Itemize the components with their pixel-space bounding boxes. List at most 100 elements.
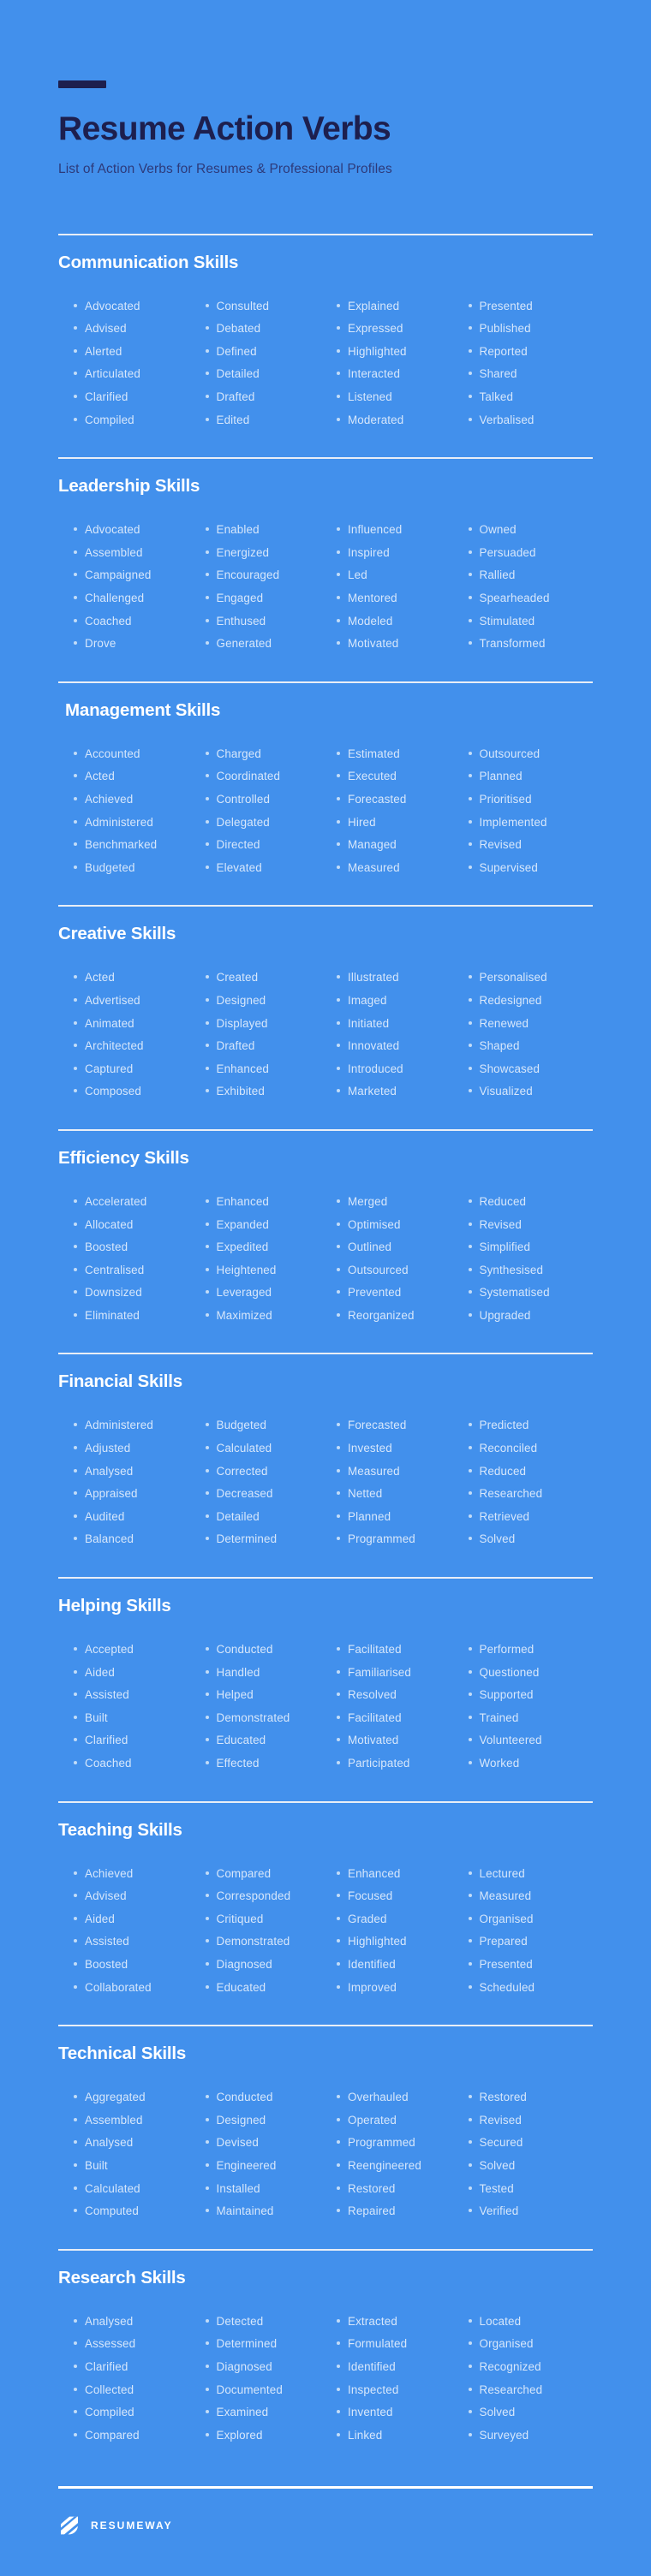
verb-label: Compared	[216, 1866, 272, 1880]
section-title: Creative Skills	[58, 924, 176, 944]
bullet-icon	[468, 2095, 472, 2099]
verb-item: Programmed	[337, 1528, 462, 1551]
verb-item: Netted	[337, 1483, 462, 1506]
verb-label: Explored	[216, 2428, 263, 2442]
verb-item: Generated	[205, 633, 331, 656]
verb-item: Overhauled	[337, 2086, 462, 2109]
verb-label: Enhanced	[216, 1194, 270, 1208]
bullet-icon	[337, 1066, 340, 1070]
verb-label: Aided	[85, 1665, 115, 1679]
verb-item: Reengineered	[337, 2155, 462, 2178]
bullet-icon	[205, 2387, 209, 2391]
verb-label: Estimated	[348, 747, 400, 760]
bullet-icon	[337, 2318, 340, 2323]
verb-label: Implemented	[479, 815, 547, 829]
verb-label: Supervised	[479, 860, 538, 874]
bullet-icon	[74, 774, 77, 778]
verb-label: Articulated	[85, 367, 140, 381]
verb-label: Clarified	[85, 2359, 128, 2373]
verb-column: Detected Determined Diagnosed Documented Exa…	[205, 2311, 331, 2448]
verb-label: Demonstrated	[216, 1710, 290, 1724]
bullet-icon	[468, 2209, 472, 2213]
bullet-icon	[337, 1446, 340, 1450]
bullet-icon	[74, 842, 77, 847]
verb-label: Restored	[479, 2091, 528, 2104]
bullet-icon	[205, 1020, 209, 1025]
verb-label: Corrected	[216, 1464, 268, 1478]
verb-item: Spearheaded	[468, 587, 594, 610]
verb-item: Encouraged	[205, 564, 331, 587]
verb-item: Aided	[74, 1908, 199, 1931]
verb-label: Initiated	[348, 1016, 390, 1030]
bullet-icon	[337, 2364, 340, 2368]
bullet-icon	[74, 2186, 77, 2190]
bullet-icon	[337, 1222, 340, 1226]
verb-label: Compiled	[85, 2406, 134, 2419]
bullet-icon	[74, 1514, 77, 1518]
verb-item: Devised	[205, 2132, 331, 2155]
verb-label: Verbalised	[479, 413, 535, 426]
verb-grid: Administered Adjusted Analysed Appraised Aud…	[58, 1414, 593, 1577]
bullet-icon	[468, 2432, 472, 2436]
bullet-icon	[337, 2095, 340, 2099]
verb-item: Visualized	[468, 1080, 594, 1104]
verb-item: Recognized	[468, 2356, 594, 2379]
verb-column: Created Designed Displayed Drafted Enhanced E…	[205, 967, 331, 1104]
verb-label: Resolved	[348, 1688, 397, 1702]
verb-item: Articulated	[74, 363, 199, 386]
verb-label: Upgraded	[479, 1308, 531, 1322]
bullet-icon	[337, 1199, 340, 1203]
verb-column: Restored Revised Secured Solved Tested Verifi…	[468, 2086, 594, 2223]
verb-item: Initiated	[337, 1013, 462, 1036]
verb-item: Demonstrated	[205, 1931, 331, 1954]
bullet-icon	[205, 1537, 209, 1541]
verb-grid: Advocated Assembled Campaigned Challenged Co…	[58, 519, 593, 681]
verb-item: Merged	[337, 1191, 462, 1214]
verb-item: Adjusted	[74, 1437, 199, 1461]
verb-label: Prevented	[348, 1286, 402, 1300]
verb-column: Enhanced Expanded Expedited Heightened Lever…	[205, 1191, 331, 1328]
verb-item: Determined	[205, 2333, 331, 2356]
verb-label: Enhanced	[216, 1062, 270, 1075]
verb-label: Enabled	[216, 523, 260, 537]
verb-item: Examined	[205, 2401, 331, 2424]
verb-column: Outsourced Planned Prioritised Implemented R…	[468, 743, 594, 880]
bullet-icon	[205, 1423, 209, 1427]
verb-column: Aggregated Assembled Analysed Built Calculat…	[74, 2086, 199, 2223]
verb-item: Supervised	[468, 857, 594, 880]
verb-label: Coached	[85, 614, 132, 628]
bullet-icon	[74, 2163, 77, 2167]
verb-item: Engaged	[205, 587, 331, 610]
bullet-icon	[74, 1916, 77, 1920]
bullet-icon	[337, 1312, 340, 1317]
bullet-icon	[74, 1423, 77, 1427]
verb-label: Verified	[479, 2204, 519, 2218]
verb-label: Managed	[348, 838, 397, 852]
verb-label: Drove	[85, 637, 116, 651]
bullet-icon	[337, 1514, 340, 1518]
bullet-icon	[337, 372, 340, 376]
verb-item: Elevated	[205, 857, 331, 880]
bullet-icon	[74, 1871, 77, 1875]
bullet-icon	[205, 641, 209, 645]
verb-label: Appraised	[85, 1487, 138, 1501]
bullet-icon	[205, 1715, 209, 1719]
verb-item: Educated	[205, 1729, 331, 1752]
verb-label: Extracted	[348, 2314, 397, 2328]
verb-label: Interacted	[348, 367, 401, 381]
verb-label: Acted	[85, 971, 115, 985]
bullet-icon	[468, 1871, 472, 1875]
verb-item: Controlled	[205, 788, 331, 812]
bullet-icon	[74, 1245, 77, 1249]
verb-label: Generated	[216, 637, 272, 651]
verb-item: Extracted	[337, 2311, 462, 2334]
verb-item: Downsized	[74, 1282, 199, 1305]
verb-column: Enhanced Focused Graded Highlighted Identifi…	[337, 1863, 462, 2000]
verb-label: Highlighted	[348, 344, 407, 358]
bullet-icon	[205, 2117, 209, 2121]
verb-item: Effected	[205, 1752, 331, 1776]
bullet-icon	[205, 2209, 209, 2213]
verb-column: Overhauled Operated Programmed Reengineered…	[337, 2086, 462, 2223]
verb-grid: Accounted Acted Achieved Administered Benchm…	[58, 743, 593, 906]
verb-label: Executed	[348, 770, 397, 783]
